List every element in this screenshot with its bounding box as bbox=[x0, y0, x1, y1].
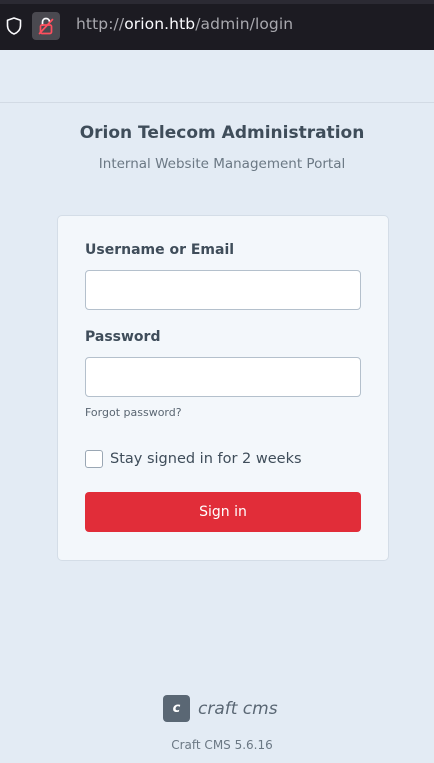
insecure-lock-icon bbox=[38, 17, 54, 35]
url-field[interactable]: http://orion.htb/admin/login bbox=[76, 15, 293, 33]
username-input[interactable] bbox=[85, 270, 361, 310]
craft-logo-icon: c bbox=[163, 695, 190, 722]
username-label: Username or Email bbox=[85, 242, 235, 258]
forgot-password-link[interactable]: Forgot password? bbox=[85, 406, 182, 419]
url-host: orion.htb bbox=[124, 15, 196, 33]
remember-me-label[interactable]: Stay signed in for 2 weeks bbox=[110, 451, 302, 467]
insecure-connection-button[interactable] bbox=[32, 12, 60, 40]
sign-in-button[interactable]: Sign in bbox=[85, 492, 361, 532]
remember-me-checkbox[interactable] bbox=[85, 450, 103, 468]
page-title: Orion Telecom Administration bbox=[79, 123, 365, 143]
url-scheme: http:// bbox=[76, 15, 125, 33]
password-input[interactable] bbox=[85, 357, 361, 397]
password-label: Password bbox=[85, 329, 161, 345]
shield-icon[interactable] bbox=[6, 17, 22, 35]
login-form: Username or Email Password Forgot passwo… bbox=[57, 215, 389, 561]
page-subtitle: Internal Website Management Portal bbox=[98, 156, 346, 172]
header-divider bbox=[0, 102, 434, 103]
craft-logo-text: craft cms bbox=[198, 698, 278, 719]
remember-me[interactable]: Stay signed in for 2 weeks bbox=[85, 450, 302, 468]
browser-address-bar: http://orion.htb/admin/login bbox=[0, 0, 434, 50]
cms-version: Craft CMS 5.6.16 bbox=[171, 738, 273, 752]
url-path: /admin/login bbox=[195, 15, 294, 33]
craft-cms-logo[interactable]: c craft cms bbox=[163, 695, 278, 722]
